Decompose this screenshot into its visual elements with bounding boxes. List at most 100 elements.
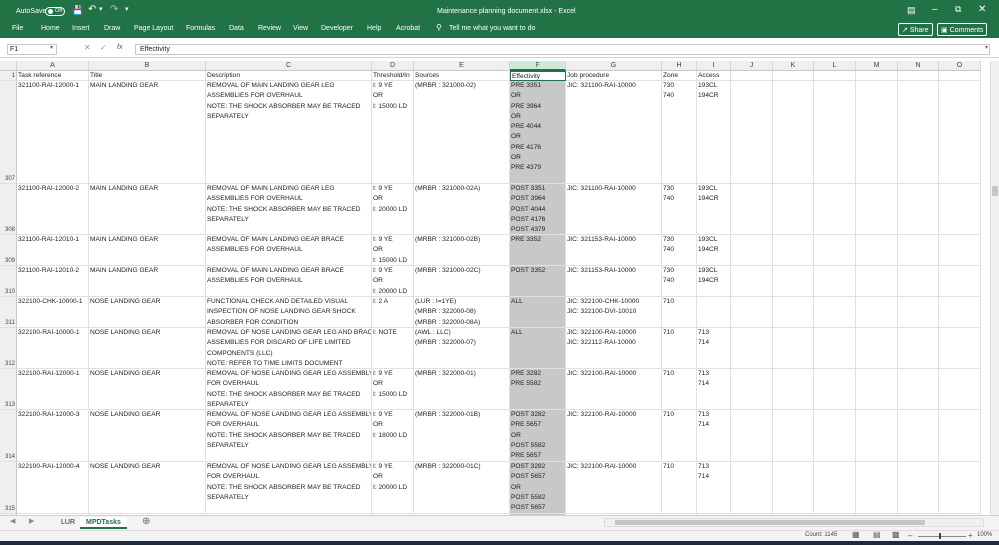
table-cell[interactable]: I: 9 YE OR I: 15000 LD: [372, 235, 414, 266]
autosave-toggle[interactable]: Off: [45, 7, 65, 16]
column-header-o[interactable]: O: [939, 61, 981, 71]
table-cell[interactable]: I: 9 YE OR I: 20000 LD: [372, 462, 414, 514]
table-cell[interactable]: [814, 297, 856, 328]
table-cell[interactable]: 730 740: [662, 81, 697, 184]
close-icon[interactable]: ✕: [978, 5, 986, 15]
table-cell[interactable]: MAIN LANDING GEAR: [89, 184, 206, 235]
column-header-m[interactable]: M: [856, 61, 898, 71]
zoom-slider[interactable]: [918, 536, 966, 537]
save-icon[interactable]: 💾: [72, 6, 83, 15]
table-cell[interactable]: PRE 3351 OR PRE 3964 OR PRE 4044 OR PRE 4176 OR…: [510, 81, 566, 184]
vertical-scrollbar[interactable]: [990, 61, 999, 515]
page-break-view-icon[interactable]: ▩: [892, 531, 900, 539]
table-cell[interactable]: 193CL 194CR: [697, 266, 731, 297]
table-cell[interactable]: 730 740: [662, 184, 697, 235]
table-cell[interactable]: (AWL : LLC) (MRBR : 322000-07): [414, 328, 510, 369]
table-cell[interactable]: [939, 410, 981, 462]
table-cell[interactable]: [898, 266, 939, 297]
header-cell[interactable]: Access: [697, 71, 731, 81]
cancel-icon[interactable]: ✕: [84, 44, 91, 52]
table-cell[interactable]: [939, 235, 981, 266]
undo-dropdown-icon[interactable]: ▾: [99, 6, 103, 13]
table-cell[interactable]: REMOVAL OF MAIN LANDING GEAR BRACE ASSEMB…: [206, 266, 372, 297]
tab-draw[interactable]: Draw: [104, 25, 120, 32]
header-cell[interactable]: Title: [89, 71, 206, 81]
minimize-icon[interactable]: –: [932, 5, 938, 15]
table-cell[interactable]: [814, 410, 856, 462]
table-cell[interactable]: JIC: 322100-RAI-10000 JIC: 322112-RAI-100…: [566, 328, 662, 369]
table-cell[interactable]: [939, 297, 981, 328]
table-cell[interactable]: [731, 410, 773, 462]
table-cell[interactable]: REMOVAL OF MAIN LANDING GEAR LEG ASSEMBLI…: [206, 81, 372, 184]
table-cell[interactable]: POST 3351 POST 3964 POST 4044 POST 4176 POST…: [510, 184, 566, 235]
header-cell[interactable]: [898, 71, 939, 81]
table-cell[interactable]: [773, 297, 814, 328]
table-cell[interactable]: [856, 410, 898, 462]
table-cell[interactable]: I: 9 YE OR I: 18000 LD: [372, 410, 414, 462]
table-cell[interactable]: 321100-RAI-12000-1: [17, 81, 89, 184]
table-cell[interactable]: NOSE LANDING GEAR: [89, 462, 206, 514]
table-cell[interactable]: ALL: [510, 297, 566, 328]
header-cell[interactable]: [814, 71, 856, 81]
table-cell[interactable]: [773, 328, 814, 369]
table-cell[interactable]: REMOVAL OF MAIN LANDING GEAR LEG ASSEMBLI…: [206, 184, 372, 235]
table-cell[interactable]: 730 740: [662, 266, 697, 297]
tab-page-layout[interactable]: Page Layout: [134, 25, 173, 32]
table-cell[interactable]: 193CL 194CR: [697, 235, 731, 266]
table-cell[interactable]: [939, 266, 981, 297]
table-cell[interactable]: POST 3282 PRE 5657 OR POST 5582 PRE 5657: [510, 410, 566, 462]
page-layout-view-icon[interactable]: ▤: [873, 531, 881, 539]
table-cell[interactable]: (MRBR : 321000-02B): [414, 235, 510, 266]
table-cell[interactable]: 730 740: [662, 235, 697, 266]
column-header-h[interactable]: H: [662, 61, 697, 71]
table-cell[interactable]: [773, 462, 814, 514]
table-cell[interactable]: [856, 328, 898, 369]
column-header-f[interactable]: F: [510, 61, 566, 71]
row-header[interactable]: 307: [0, 81, 17, 184]
table-cell[interactable]: JIC: 321153-RAI-10000: [566, 235, 662, 266]
tab-acrobat[interactable]: Acrobat: [396, 25, 420, 32]
formula-input[interactable]: Effectivity: [135, 44, 990, 55]
table-cell[interactable]: [898, 184, 939, 235]
table-cell[interactable]: REMOVAL OF MAIN LANDING GEAR BRACE ASSEMB…: [206, 235, 372, 266]
table-cell[interactable]: POST 3282 POST 5657 OR POST 5582 POST 5657: [510, 462, 566, 514]
table-cell[interactable]: [731, 235, 773, 266]
table-cell[interactable]: 322100-RAI-12000-1: [17, 369, 89, 410]
scroll-tabs-right-icon[interactable]: ▶: [29, 518, 34, 525]
tab-developer[interactable]: Developer: [321, 25, 353, 32]
column-header-g[interactable]: G: [566, 61, 662, 71]
table-cell[interactable]: (MRBR : 322000-01B): [414, 410, 510, 462]
table-cell[interactable]: JIC: 321100-RAI-10000: [566, 184, 662, 235]
table-cell[interactable]: 710: [662, 462, 697, 514]
horizontal-scrollbar[interactable]: [604, 518, 984, 527]
row-header[interactable]: 313: [0, 369, 17, 410]
table-cell[interactable]: [856, 235, 898, 266]
column-header-e[interactable]: E: [414, 61, 510, 71]
sheet-tab-mpdtasks[interactable]: MPDTasks: [80, 517, 127, 529]
table-cell[interactable]: [814, 81, 856, 184]
header-cell[interactable]: [773, 71, 814, 81]
table-cell[interactable]: [773, 410, 814, 462]
table-cell[interactable]: I: 9 YE OR I: 20000 LD: [372, 266, 414, 297]
table-cell[interactable]: [939, 184, 981, 235]
table-cell[interactable]: [939, 328, 981, 369]
header-cell[interactable]: Task reference: [17, 71, 89, 81]
table-cell[interactable]: (MRBR : 322000-01C): [414, 462, 510, 514]
table-cell[interactable]: [773, 266, 814, 297]
table-cell[interactable]: [939, 462, 981, 514]
table-cell[interactable]: JIC: 321100-RAI-10000: [566, 81, 662, 184]
table-cell[interactable]: NOSE LANDING GEAR: [89, 410, 206, 462]
column-header-i[interactable]: I: [697, 61, 731, 71]
tab-help[interactable]: Help: [367, 25, 381, 32]
add-sheet-icon[interactable]: ⊕: [142, 517, 150, 527]
table-cell[interactable]: [898, 328, 939, 369]
zoom-out-button[interactable]: –: [908, 531, 912, 540]
expand-formula-icon[interactable]: ▾: [985, 45, 988, 51]
redo-icon[interactable]: ↷: [110, 5, 118, 15]
table-cell[interactable]: [814, 184, 856, 235]
header-cell[interactable]: [856, 71, 898, 81]
header-cell[interactable]: Description: [206, 71, 372, 81]
table-cell[interactable]: FUNCTIONAL CHECK AND DETAILED VISUAL INSP…: [206, 297, 372, 328]
table-cell[interactable]: I: 9 YE OR I: 15000 LD: [372, 369, 414, 410]
tab-file[interactable]: File: [12, 25, 23, 32]
